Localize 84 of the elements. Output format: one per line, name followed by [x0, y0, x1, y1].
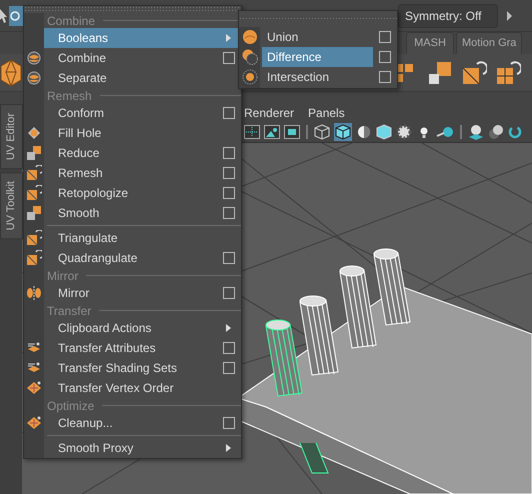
menu-item[interactable]: Quadrangulate	[44, 248, 241, 268]
split-square-icon	[26, 185, 42, 201]
half-sphere-icon[interactable]	[356, 124, 372, 140]
menu-item[interactable]: Triangulate	[44, 228, 241, 248]
spheres-icon	[26, 70, 42, 86]
section-heading: Transfer	[47, 304, 92, 318]
squares-icon	[26, 205, 42, 221]
cube-icon[interactable]	[376, 124, 392, 140]
viewport-menu-item[interactable]: Panels	[308, 106, 345, 120]
split-square-icon[interactable]	[461, 60, 487, 86]
split-square-icon	[26, 165, 42, 181]
submenu-arrow-icon	[226, 324, 231, 332]
diamond-icon	[26, 415, 42, 431]
submenu-arrow-icon	[226, 444, 231, 452]
polyhedron-icon[interactable]	[0, 58, 22, 88]
option-box[interactable]	[223, 287, 235, 299]
option-box[interactable]	[379, 71, 391, 83]
option-box[interactable]	[223, 207, 235, 219]
menu-item[interactable]: Smooth	[44, 203, 241, 223]
menu-item[interactable]: Clipboard Actions	[44, 318, 241, 338]
sphere-icon[interactable]	[468, 124, 484, 140]
option-box[interactable]	[223, 342, 235, 354]
squares-icon[interactable]	[427, 60, 453, 86]
option-box[interactable]	[223, 52, 235, 64]
split-square-icon	[26, 250, 42, 266]
menu-item[interactable]: Fill Hole	[44, 123, 241, 143]
menu-item[interactable]: Remesh	[44, 163, 241, 183]
shelf-tab[interactable]: MASH	[406, 32, 454, 54]
ball-icon[interactable]	[436, 124, 454, 140]
cursor-icon[interactable]	[0, 8, 8, 23]
option-box[interactable]	[223, 417, 235, 429]
menu-item[interactable]: Separate	[44, 68, 241, 88]
menu-item[interactable]: Cleanup...	[44, 413, 241, 433]
submenu-item[interactable]: Intersection	[239, 67, 397, 87]
image-icon[interactable]	[264, 125, 280, 139]
option-box[interactable]	[379, 31, 391, 43]
shaded-cube-icon[interactable]	[334, 123, 352, 141]
menu-item[interactable]: Booleans	[44, 28, 241, 48]
section-heading: Mirror	[47, 268, 78, 282]
side-tab[interactable]: UV Editor	[0, 104, 23, 170]
spheres-icon	[26, 50, 42, 66]
squares-icon	[26, 145, 42, 161]
viewport-menu-item[interactable]: Renderer	[244, 106, 294, 120]
submenu-item[interactable]: Union	[239, 27, 397, 47]
section-heading: Optimize	[47, 398, 94, 412]
split-square-icon[interactable]	[495, 60, 521, 86]
option-box[interactable]	[223, 147, 235, 159]
menu-item[interactable]: Combine	[44, 48, 241, 68]
menu-item[interactable]: Transfer Attributes	[44, 338, 241, 358]
sphere-icon	[242, 29, 258, 45]
sphere-difference-icon	[242, 49, 258, 65]
sphere-intersection-icon	[242, 69, 258, 85]
menu-item[interactable]: Transfer Vertex Order	[44, 378, 241, 398]
option-box[interactable]	[223, 167, 235, 179]
menu-item[interactable]: Reduce	[44, 143, 241, 163]
expand-icon[interactable]	[507, 10, 512, 21]
drag-handle[interactable]	[24, 6, 241, 13]
option-box[interactable]	[223, 107, 235, 119]
option-box[interactable]	[223, 187, 235, 199]
section-heading: Combine	[47, 14, 96, 28]
split-square-icon	[26, 230, 42, 246]
drag-handle[interactable]	[239, 11, 397, 27]
option-box[interactable]	[223, 252, 235, 264]
menu-item[interactable]: Mirror	[44, 283, 241, 303]
spheres-icon[interactable]	[488, 124, 504, 140]
section-heading: Remesh	[47, 88, 92, 102]
side-tab[interactable]: UV Toolkit	[0, 172, 23, 240]
frame-icon[interactable]	[284, 125, 300, 139]
menu-item[interactable]: Transfer Shading Sets	[44, 358, 241, 378]
diamond-icon	[26, 380, 42, 396]
option-box[interactable]	[223, 362, 235, 374]
mirror-icon	[26, 285, 42, 301]
symmetry-field[interactable]: Symmetry: Off	[398, 4, 498, 28]
ring-icon[interactable]	[508, 124, 522, 140]
wireframe-cube-icon[interactable]	[314, 124, 330, 140]
dot-diamond-icon	[26, 125, 42, 141]
menu-item[interactable]: Retopologize	[44, 183, 241, 203]
menu-item[interactable]: Smooth Proxy	[44, 438, 241, 458]
shelf-tab[interactable]: Motion Gra	[456, 32, 522, 54]
tool-icon[interactable]	[9, 6, 24, 26]
option-box[interactable]	[379, 51, 391, 63]
menu-item[interactable]: Conform	[44, 103, 241, 123]
frame-icon[interactable]	[244, 125, 260, 139]
submenu-arrow-icon	[226, 34, 231, 42]
